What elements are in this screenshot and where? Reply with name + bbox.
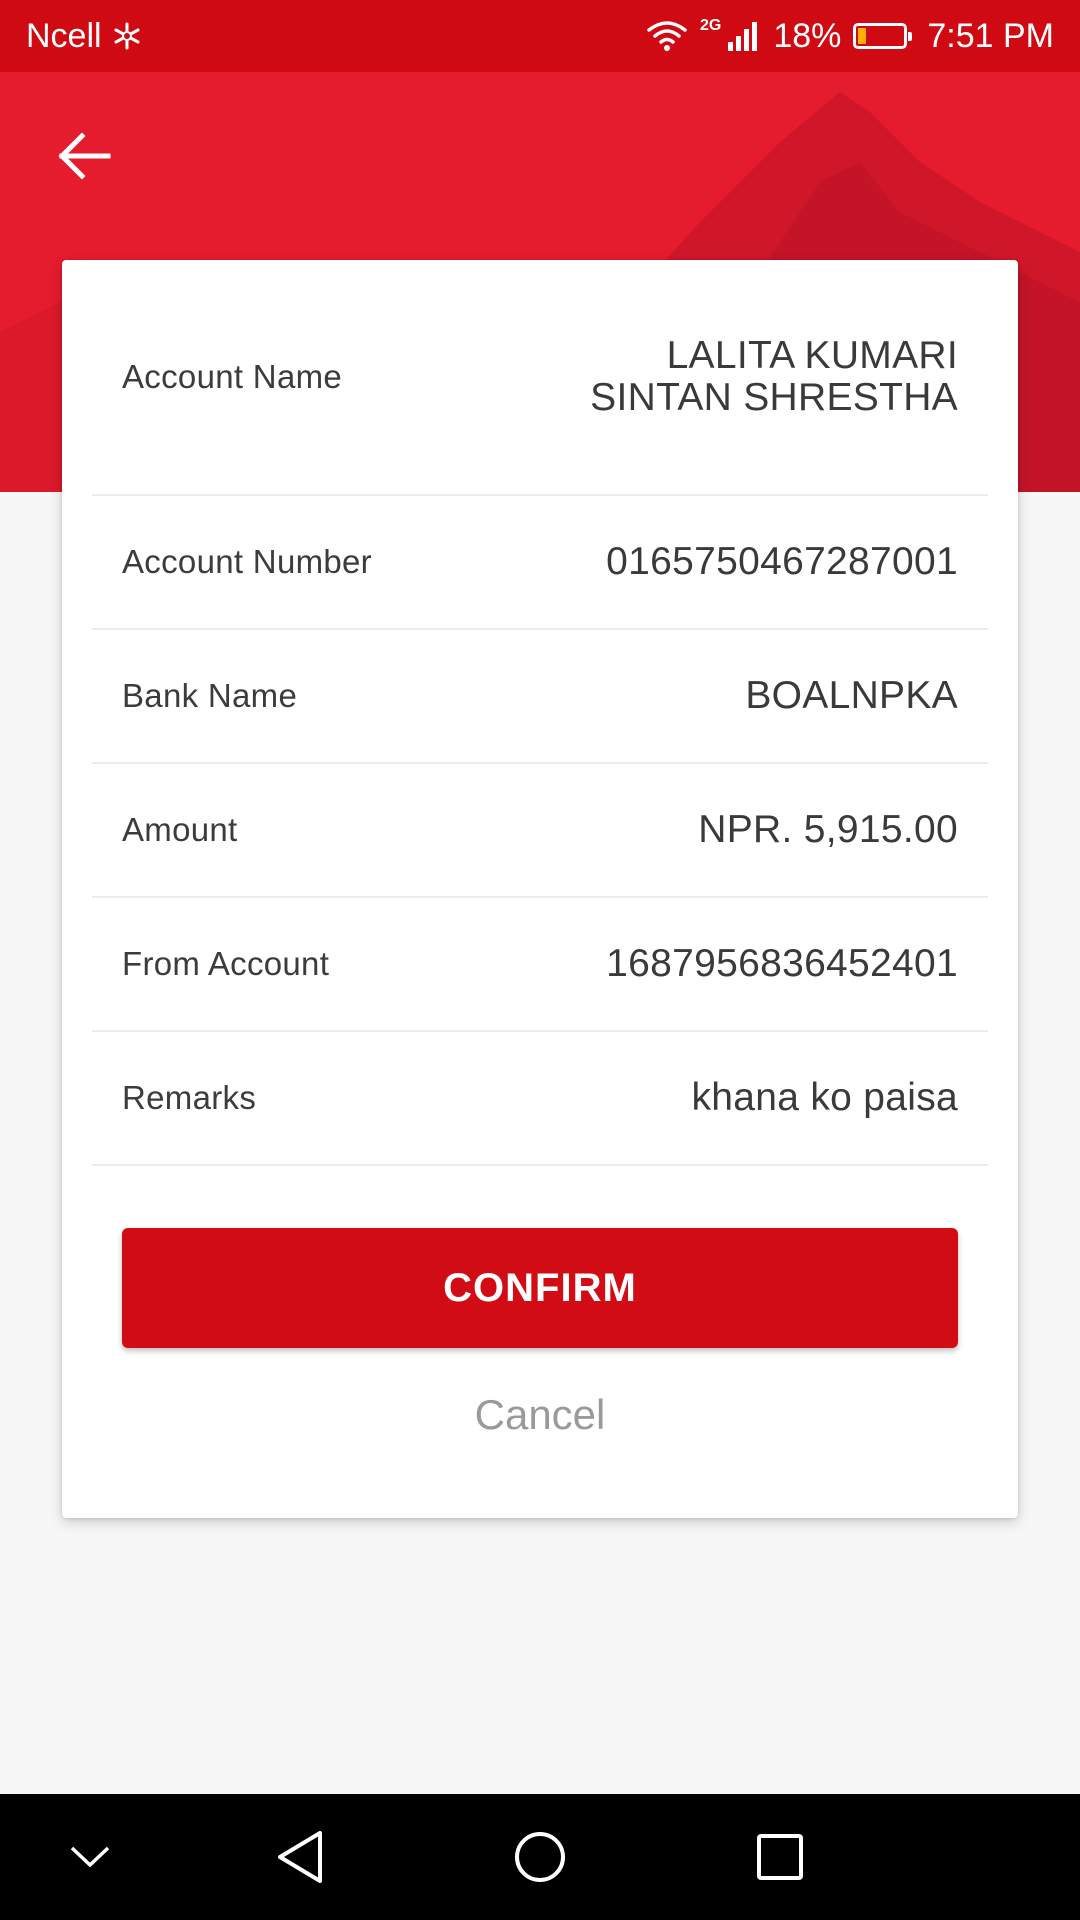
wifi-icon — [646, 19, 688, 53]
battery-level — [858, 28, 867, 44]
detail-label: Bank Name — [122, 677, 298, 714]
detail-row-bank-name: Bank Name BOALNPKA — [92, 630, 988, 764]
confirmation-card: Account Name LALITA KUMARI SINTAN SHREST… — [62, 260, 1018, 1518]
status-left: Ncell — [26, 17, 142, 56]
account-name-value: LALITA KUMARI SINTAN SHRESTHA — [590, 335, 958, 419]
detail-value: 1687956836452401 — [606, 942, 958, 985]
back-triangle-icon — [278, 1831, 322, 1883]
detail-row-amount: Amount NPR. 5,915.00 — [92, 764, 988, 898]
detail-label: Remarks — [122, 1079, 257, 1116]
chevron-down-icon — [70, 1846, 110, 1868]
detail-value: khana ko paisa — [691, 1076, 958, 1119]
detail-value: 0165750467287001 — [606, 540, 958, 583]
clock: 7:51 PM — [927, 16, 1054, 55]
back-button[interactable] — [48, 120, 120, 192]
arrow-left-icon — [58, 132, 111, 180]
detail-label: Account Number — [122, 543, 372, 580]
navigation-bar — [0, 1794, 1080, 1920]
battery-percent: 18% — [773, 16, 842, 55]
status-right: 2G 18% 7:51 PM — [646, 17, 1054, 56]
detail-value-line: SINTAN SHRESTHA — [590, 376, 958, 419]
nav-back-button[interactable] — [240, 1794, 360, 1920]
detail-row-account-name: Account Name LALITA KUMARI SINTAN SHREST… — [92, 260, 988, 496]
status-bar: Ncell 2G 18% 7:51 PM — [0, 0, 1080, 72]
detail-row-remarks: Remarks khana ko paisa — [92, 1032, 988, 1166]
confirm-button[interactable]: CONFIRM — [122, 1228, 958, 1348]
detail-label: Account Name — [122, 358, 343, 395]
detail-value-line: LALITA KUMARI — [666, 334, 958, 377]
cancel-button[interactable]: Cancel — [62, 1370, 1018, 1460]
home-circle-icon — [515, 1832, 565, 1882]
carrier-logo-icon — [112, 21, 142, 51]
detail-row-account-number: Account Number 0165750467287001 — [92, 496, 988, 630]
signal-icon — [727, 20, 761, 52]
nav-home-button[interactable] — [480, 1794, 600, 1920]
detail-row-from-account: From Account 1687956836452401 — [92, 898, 988, 1032]
detail-value: BOALNPKA — [745, 674, 958, 717]
hide-keyboard-button[interactable] — [30, 1794, 150, 1920]
nav-recents-button[interactable] — [720, 1794, 840, 1920]
network-type: 2G — [699, 17, 722, 34]
detail-value: NPR. 5,915.00 — [698, 808, 958, 851]
detail-label: From Account — [122, 945, 330, 982]
recents-square-icon — [757, 1834, 803, 1880]
detail-label: Amount — [122, 811, 238, 848]
carrier-name: Ncell — [26, 16, 102, 55]
battery-icon — [853, 23, 913, 49]
